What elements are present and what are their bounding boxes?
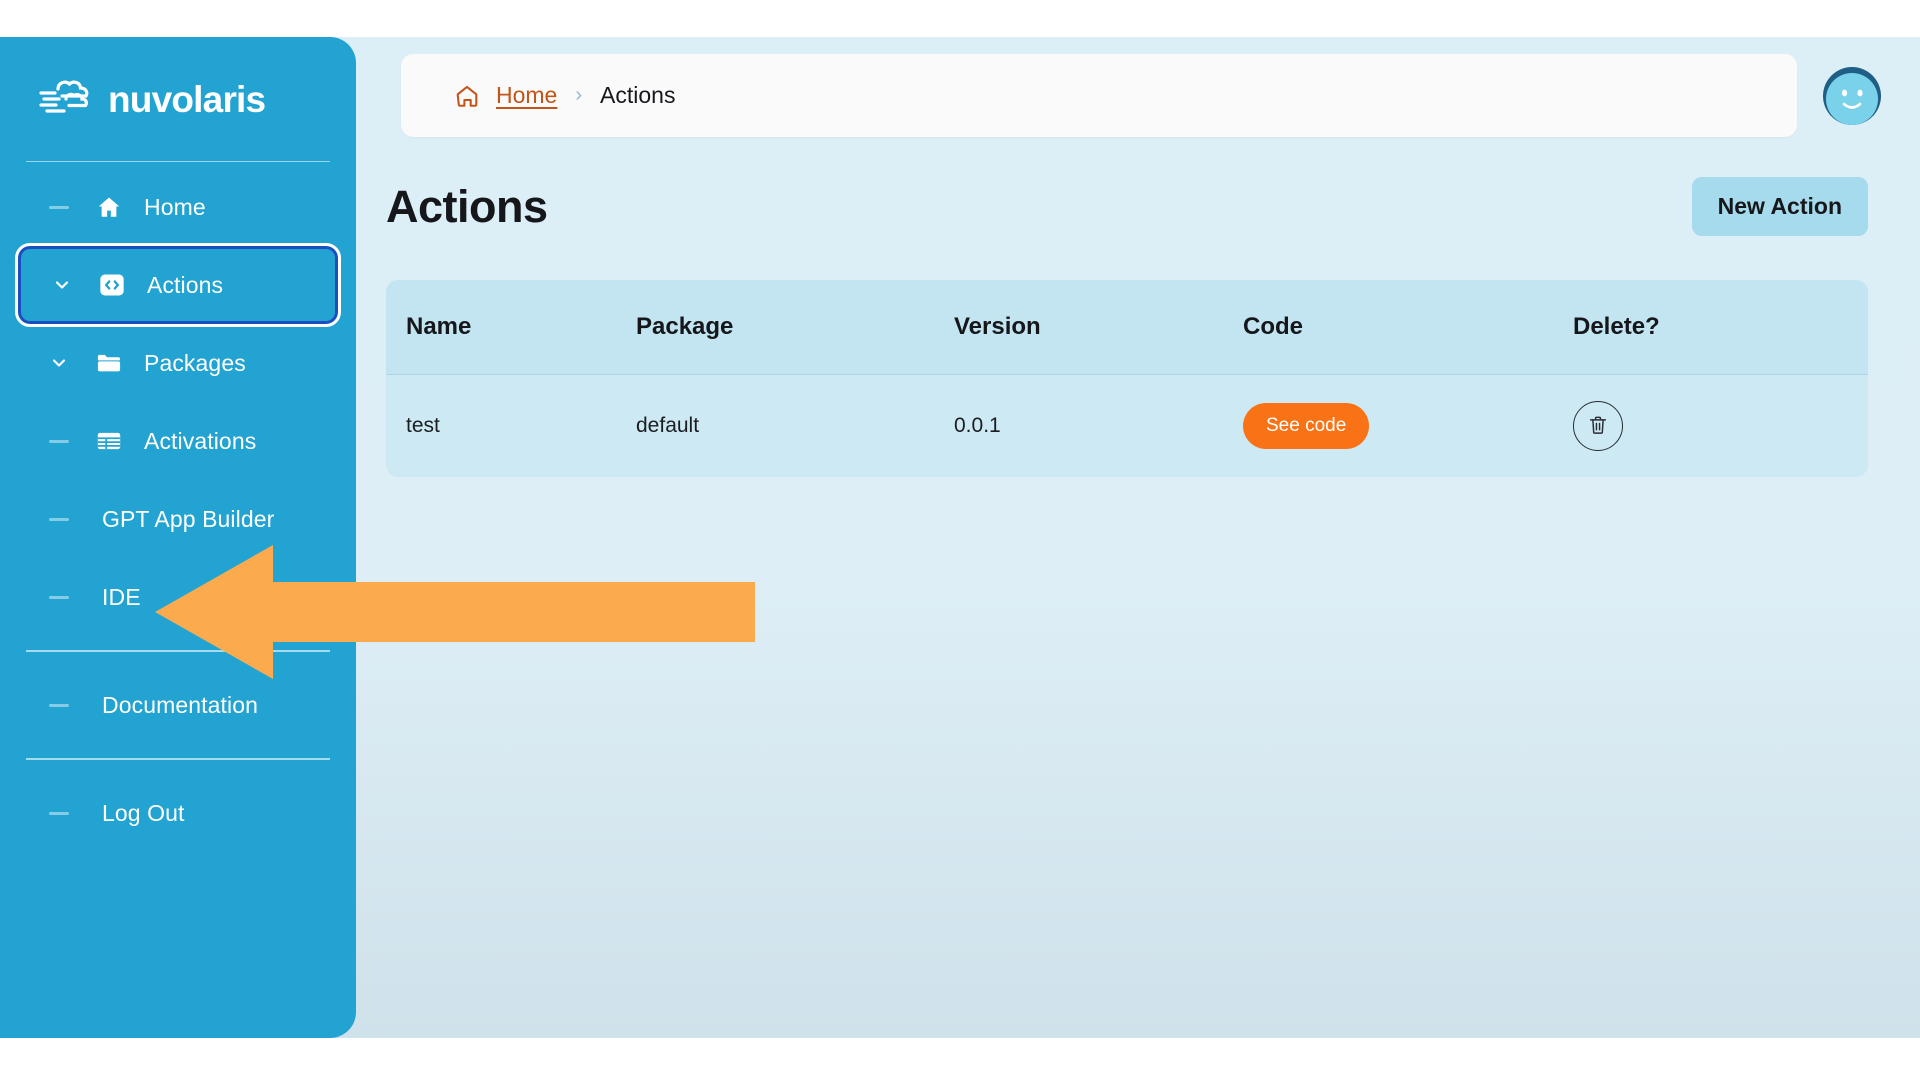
- page-title: Actions: [386, 180, 548, 232]
- cell-package: default: [636, 374, 954, 477]
- dash-icon: [30, 595, 88, 599]
- main-content: Home › Actions Actions New Action Name P…: [356, 37, 1920, 1038]
- trash-icon: [1587, 414, 1609, 439]
- sidebar-divider-1: [26, 650, 330, 652]
- column-header-name: Name: [386, 280, 636, 375]
- sidebar-item-packages[interactable]: Packages: [18, 324, 338, 402]
- table-header-row: Name Package Version Code Delete?: [386, 280, 1868, 375]
- brand-logo[interactable]: nuvolaris: [0, 45, 356, 153]
- table-row: test default 0.0.1 See code: [386, 374, 1868, 477]
- sidebar-item-log-out[interactable]: Log Out: [18, 774, 338, 852]
- sidebar-item-label: Actions: [147, 271, 224, 298]
- chevron-down-icon[interactable]: [33, 275, 91, 295]
- column-header-code: Code: [1243, 280, 1573, 375]
- breadcrumb: Home › Actions: [401, 54, 1797, 137]
- code-brackets-icon: [91, 271, 133, 299]
- delete-row-button[interactable]: [1573, 401, 1623, 451]
- dash-icon: [30, 703, 88, 707]
- home-outline-icon[interactable]: [454, 83, 480, 109]
- sidebar-item-actions[interactable]: Actions: [15, 243, 341, 327]
- cloud-speed-logo-icon: [38, 75, 96, 123]
- chevron-right-icon: ›: [575, 84, 583, 106]
- cell-name: test: [386, 374, 636, 477]
- user-smiley-avatar-icon: [1823, 66, 1881, 125]
- app-window: nuvolaris Home Actions Packages Activati…: [0, 37, 1920, 1038]
- sidebar-item-label: Activations: [144, 427, 257, 454]
- sidebar: nuvolaris Home Actions Packages Activati…: [0, 37, 356, 1038]
- breadcrumb-current: Actions: [600, 82, 676, 108]
- cell-code: See code: [1243, 374, 1573, 477]
- sidebar-divider-2: [26, 758, 330, 760]
- sidebar-item-ide[interactable]: IDE: [18, 558, 338, 636]
- chevron-down-icon[interactable]: [30, 353, 88, 373]
- actions-table: Name Package Version Code Delete? test d…: [386, 280, 1868, 477]
- home-icon: [88, 194, 130, 220]
- sidebar-item-label: Documentation: [102, 691, 258, 718]
- cell-delete: [1573, 374, 1868, 477]
- column-header-version: Version: [954, 280, 1243, 375]
- sidebar-item-documentation[interactable]: Documentation: [18, 666, 338, 744]
- topbar: Home › Actions: [356, 37, 1920, 137]
- column-header-package: Package: [636, 280, 954, 375]
- column-header-delete: Delete?: [1573, 280, 1868, 375]
- sidebar-item-activations[interactable]: Activations: [18, 402, 338, 480]
- dash-icon: [30, 517, 88, 521]
- new-action-button[interactable]: New Action: [1691, 177, 1868, 236]
- sidebar-item-label: Log Out: [102, 799, 185, 826]
- cell-version: 0.0.1: [954, 374, 1243, 477]
- sidebar-item-label: GPT App Builder: [102, 505, 275, 532]
- dash-icon: [30, 811, 88, 815]
- table-grid-icon: [88, 427, 130, 455]
- page-header: Actions New Action: [356, 137, 1920, 236]
- see-code-button[interactable]: See code: [1243, 403, 1370, 449]
- sidebar-item-label: Packages: [144, 349, 246, 376]
- breadcrumb-home-link[interactable]: Home: [496, 82, 557, 109]
- dash-icon: [30, 205, 88, 209]
- sidebar-item-gpt-app-builder[interactable]: GPT App Builder: [18, 480, 338, 558]
- sidebar-item-label: Home: [144, 193, 206, 220]
- sidebar-item-label: IDE: [102, 583, 141, 610]
- brand-name: nuvolaris: [108, 78, 266, 120]
- avatar[interactable]: [1821, 65, 1883, 127]
- dash-icon: [30, 439, 88, 443]
- folder-icon: [88, 349, 130, 377]
- sidebar-nav: Home Actions Packages Activations GPT Ap…: [0, 162, 356, 852]
- sidebar-item-home[interactable]: Home: [18, 168, 338, 246]
